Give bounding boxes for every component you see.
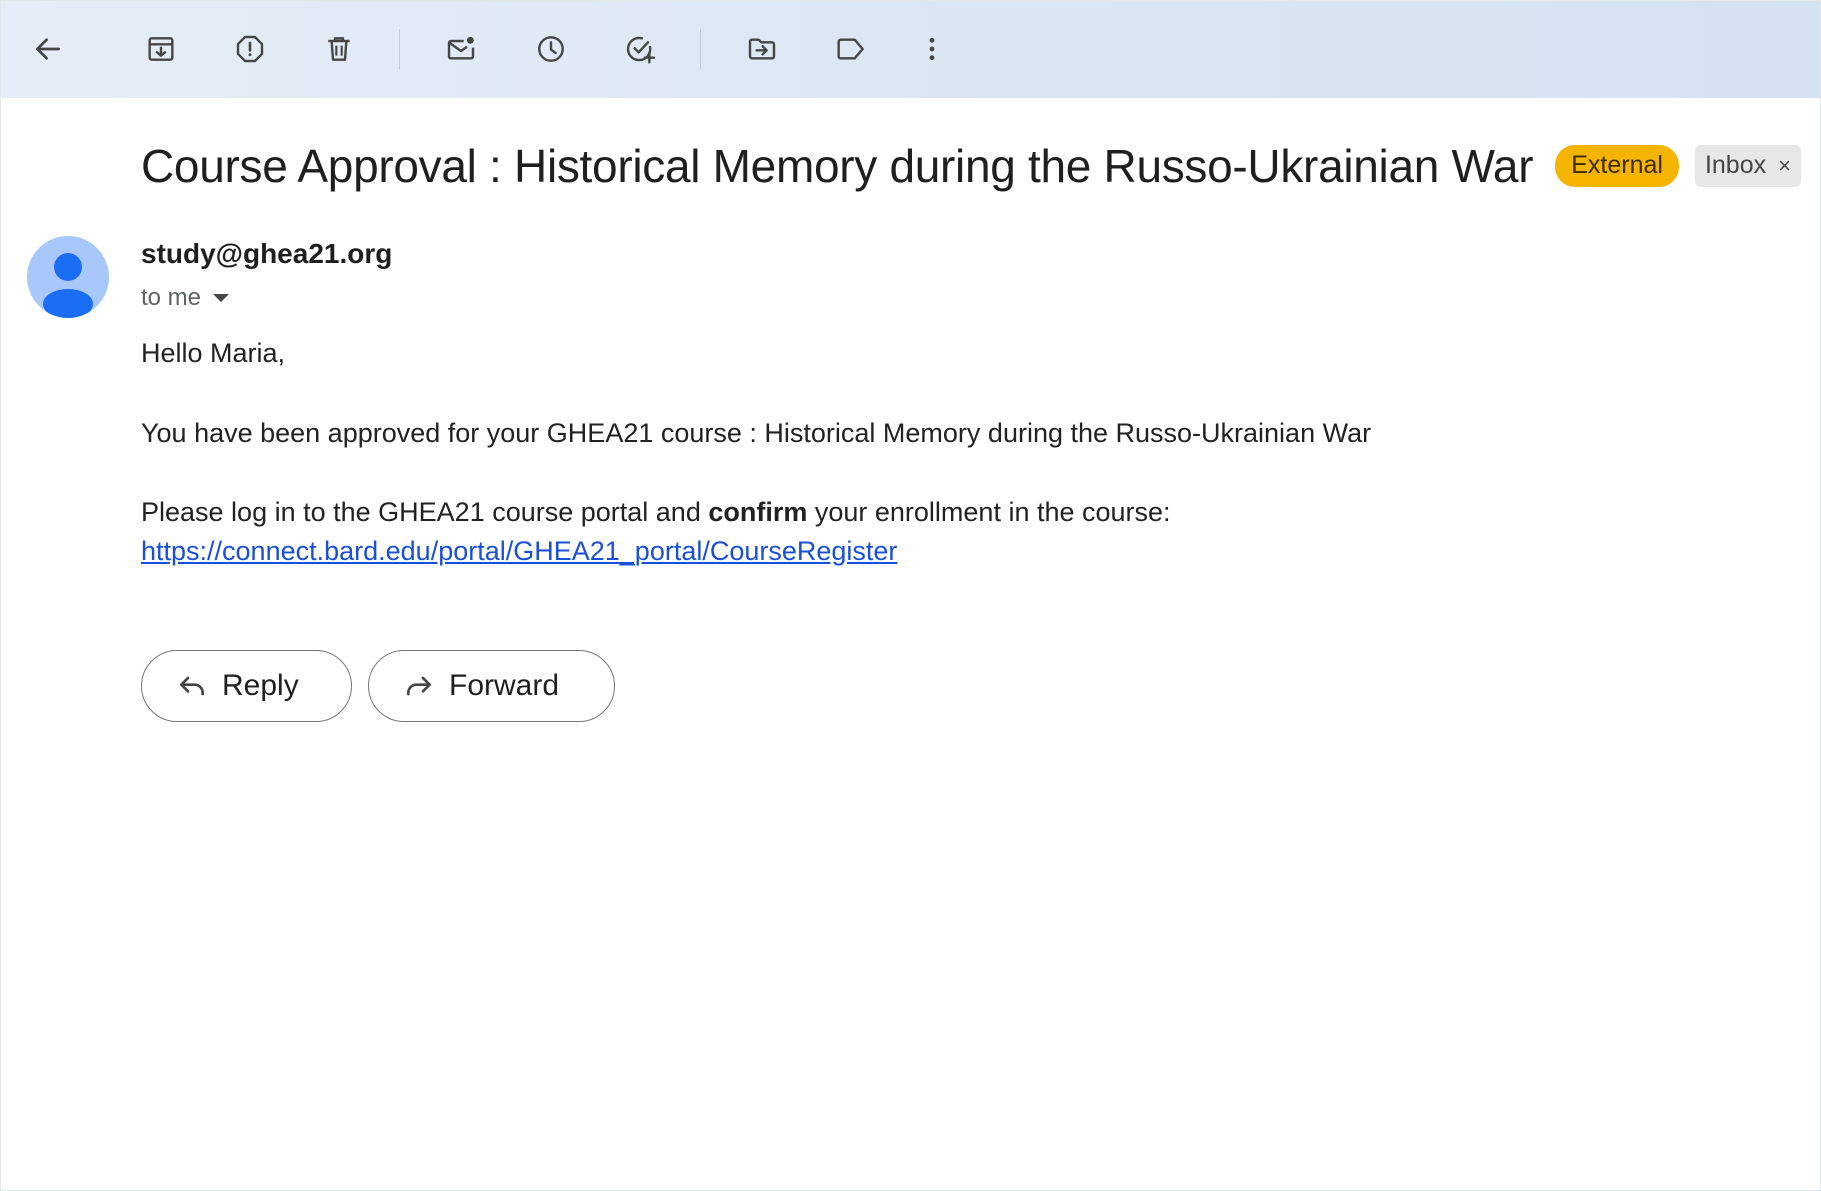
report-spam-button[interactable] [224,23,276,75]
move-to-button[interactable] [736,23,788,75]
mark-unread-icon [447,36,475,60]
add-to-tasks-icon [626,36,656,64]
person-icon [43,253,93,318]
show-details-caret-icon[interactable] [213,294,230,302]
label-button[interactable] [824,23,876,75]
archive-icon [148,37,174,61]
forward-label: Forward [449,669,560,702]
delete-button[interactable] [313,23,365,75]
snooze-button[interactable] [525,23,577,75]
inbox-label-text: Inbox [1704,151,1767,179]
sender-avatar[interactable] [27,236,109,318]
subject-row: Course Approval : Historical Memory duri… [141,139,1801,193]
remove-label-icon[interactable]: × [1778,153,1791,179]
sender-email[interactable]: study@ghea21.org [141,238,392,270]
email-greeting: Hello Maria, [141,338,286,368]
email-subject: Course Approval : Historical Memory duri… [141,140,1534,192]
reply-icon [180,676,204,696]
archive-button[interactable] [135,23,187,75]
toolbar-divider [700,29,701,69]
delete-icon [328,37,350,61]
label-icon [837,38,864,60]
back-arrow-icon [36,38,60,60]
mark-unread-button[interactable] [435,23,487,75]
forward-icon [407,676,431,696]
reply-label: Reply [222,669,299,702]
back-button[interactable] [22,23,74,75]
external-badge: External [1555,145,1679,187]
move-to-icon [748,38,776,60]
more-options-button[interactable] [906,23,958,75]
recipient-details[interactable]: to me [141,284,230,312]
email-body-line: You have been approved for your GHEA21 c… [141,418,1372,448]
reply-button[interactable]: Reply [141,650,352,722]
report-spam-icon [236,35,264,63]
forward-button[interactable]: Forward [368,650,615,722]
recipient-label: to me [141,284,202,311]
body-bold-text: confirm [708,497,808,527]
email-body-line: Please log in to the GHEA21 course porta… [141,497,1171,528]
email-toolbar [1,1,1820,98]
toolbar-divider [399,29,400,69]
inbox-label-chip[interactable]: Inbox × [1694,145,1801,187]
more-options-icon [929,37,935,61]
body-text: Please log in to the GHEA21 course porta… [141,497,709,527]
email-view: Course Approval : Historical Memory duri… [0,0,1821,1191]
snooze-icon [538,36,564,62]
email-link-line: https://connect.bard.edu/portal/GHEA21_p… [141,536,897,567]
course-register-link[interactable]: https://connect.bard.edu/portal/GHEA21_p… [141,536,897,566]
add-to-tasks-button[interactable] [614,23,666,75]
body-text: your enrollment in the course: [807,497,1171,527]
